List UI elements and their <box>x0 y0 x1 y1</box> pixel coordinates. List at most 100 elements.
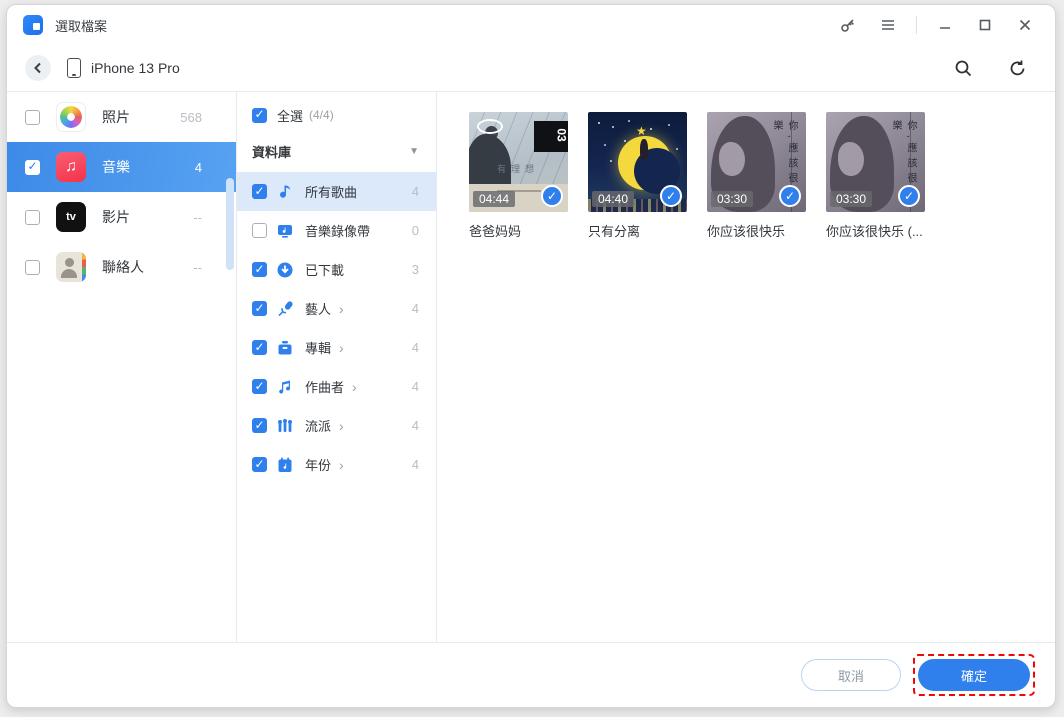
library-item-composers[interactable]: 作曲者 4 <box>237 367 436 406</box>
library-item-label: 音樂錄像帶 <box>305 221 370 240</box>
song-title: 爸爸妈妈 <box>469 221 568 240</box>
photos-checkbox[interactable] <box>25 110 40 125</box>
sidebar-scrollbar-thumb[interactable] <box>226 178 234 270</box>
library-section-header: 資料庫 ▼ <box>237 130 436 172</box>
main-area: 照片 568 ♫ 音樂 4 tv 影片 -- 聯絡人 -- <box>7 91 1055 643</box>
minimize-button[interactable] <box>929 11 961 39</box>
library-item-music-videos[interactable]: 音樂錄像帶 0 <box>237 211 436 250</box>
contacts-checkbox[interactable] <box>25 260 40 275</box>
library-item-count: 4 <box>412 457 419 472</box>
sidebar-item-videos[interactable]: tv 影片 -- <box>7 192 236 242</box>
song-title: 你应该很快乐 <box>707 221 806 240</box>
library-item-label: 已下載 <box>305 260 344 279</box>
titlebar: 選取檔案 <box>7 5 1055 45</box>
song-tile[interactable]: 你,應該很快樂 03:30 ✓ 你应该很快乐 <box>707 112 806 240</box>
videos-checkbox[interactable] <box>25 210 40 225</box>
library-item-count: 0 <box>412 223 419 238</box>
album-icon <box>275 338 295 358</box>
select-all-checkbox[interactable] <box>252 108 267 123</box>
selected-check-icon[interactable]: ✓ <box>541 185 563 207</box>
all-songs-checkbox[interactable] <box>252 184 267 199</box>
calendar-icon <box>275 455 295 475</box>
library-item-artists[interactable]: 藝人 4 <box>237 289 436 328</box>
select-all-ratio: (4/4) <box>309 108 334 122</box>
category-sidebar: 照片 568 ♫ 音樂 4 tv 影片 -- 聯絡人 -- <box>7 92 237 642</box>
album-art-text: 有理想 <box>497 162 539 175</box>
downloaded-checkbox[interactable] <box>252 262 267 277</box>
artists-checkbox[interactable] <box>252 301 267 316</box>
library-item-albums[interactable]: 專輯 4 <box>237 328 436 367</box>
years-checkbox[interactable] <box>252 457 267 472</box>
library-item-label: 年份 <box>305 455 331 474</box>
duration-badge: 03:30 <box>830 191 872 207</box>
menu-icon[interactable] <box>872 11 904 39</box>
device-name: iPhone 13 Pro <box>91 60 180 76</box>
sidebar-item-contacts[interactable]: 聯絡人 -- <box>7 242 236 292</box>
chevron-right-icon[interactable] <box>339 418 344 434</box>
music-videos-checkbox[interactable] <box>252 223 267 238</box>
contacts-app-icon <box>56 252 86 282</box>
library-item-count: 4 <box>412 184 419 199</box>
sidebar-item-music[interactable]: ♫ 音樂 4 <box>7 142 236 192</box>
library-item-label: 專輯 <box>305 338 331 357</box>
section-title: 資料庫 <box>252 142 291 161</box>
selected-check-icon[interactable]: ✓ <box>898 185 920 207</box>
refresh-icon[interactable] <box>1001 54 1033 82</box>
register-key-icon[interactable] <box>832 11 864 39</box>
song-tile[interactable]: ★ 04:40 ✓ 只有分离 <box>588 112 687 240</box>
composers-checkbox[interactable] <box>252 379 267 394</box>
star-shape: ★ <box>636 124 647 138</box>
library-item-years[interactable]: 年份 4 <box>237 445 436 484</box>
select-files-window: 選取檔案 iPhone 13 Pro <box>6 4 1056 708</box>
app-logo-icon <box>23 15 43 35</box>
sidebar-item-photos[interactable]: 照片 568 <box>7 92 236 142</box>
back-button[interactable] <box>25 55 51 81</box>
sidebar-item-label: 照片 <box>102 107 130 127</box>
song-title: 你应该很快乐 (... <box>826 221 925 240</box>
library-item-label: 所有歌曲 <box>305 182 357 201</box>
sidebar-item-label: 聯絡人 <box>102 257 144 277</box>
song-tile[interactable]: 有理想 03 04:44 ✓ 爸爸妈妈 <box>469 112 568 240</box>
duration-badge: 04:40 <box>592 191 634 207</box>
album-art: 有理想 03 04:44 ✓ <box>469 112 568 212</box>
album-art: 你,應該很快樂 03:30 ✓ <box>707 112 806 212</box>
library-pane: 全選 (4/4) 資料庫 ▼ 所有歌曲 4 音樂錄像帶 <box>237 92 437 642</box>
tv-app-icon: tv <box>56 202 86 232</box>
cancel-button[interactable]: 取消 <box>801 659 901 691</box>
chevron-right-icon[interactable] <box>339 301 344 317</box>
photos-app-icon <box>56 102 86 132</box>
album-art: 你,應該很快樂 03:30 ✓ <box>826 112 925 212</box>
duration-badge: 04:44 <box>473 191 515 207</box>
sidebar-item-count: -- <box>193 260 202 275</box>
songs-grid: 有理想 03 04:44 ✓ 爸爸妈妈 ★ 04:40 <box>437 92 1055 642</box>
music-checkbox[interactable] <box>25 160 40 175</box>
library-item-downloaded[interactable]: 已下載 3 <box>237 250 436 289</box>
selected-check-icon[interactable]: ✓ <box>660 185 682 207</box>
library-item-genres[interactable]: 流派 4 <box>237 406 436 445</box>
song-title: 只有分离 <box>588 221 687 240</box>
selected-check-icon[interactable]: ✓ <box>779 185 801 207</box>
confirm-annotation-box: 確定 <box>913 654 1035 696</box>
song-tile[interactable]: 你,應該很快樂 03:30 ✓ 你应该很快乐 (... <box>826 112 925 240</box>
chevron-right-icon[interactable] <box>352 379 357 395</box>
chevron-right-icon[interactable] <box>339 457 344 473</box>
library-item-label: 作曲者 <box>305 377 344 396</box>
chevron-right-icon[interactable] <box>339 340 344 356</box>
close-button[interactable] <box>1009 11 1041 39</box>
library-item-count: 4 <box>412 301 419 316</box>
albums-checkbox[interactable] <box>252 340 267 355</box>
footer-bar: 取消 確定 <box>7 643 1055 707</box>
window-title: 選取檔案 <box>55 16 107 35</box>
maximize-button[interactable] <box>969 11 1001 39</box>
download-icon <box>275 260 295 280</box>
library-item-all-songs[interactable]: 所有歌曲 4 <box>237 172 436 211</box>
sidebar-item-count: 568 <box>180 110 202 125</box>
library-item-count: 4 <box>412 340 419 355</box>
genres-checkbox[interactable] <box>252 418 267 433</box>
chevron-down-icon[interactable]: ▼ <box>409 146 419 157</box>
library-item-label: 流派 <box>305 416 331 435</box>
confirm-button[interactable]: 確定 <box>918 659 1030 691</box>
search-icon[interactable] <box>947 54 979 82</box>
music-note-icon <box>275 182 295 202</box>
select-all-row[interactable]: 全選 (4/4) <box>237 100 436 130</box>
